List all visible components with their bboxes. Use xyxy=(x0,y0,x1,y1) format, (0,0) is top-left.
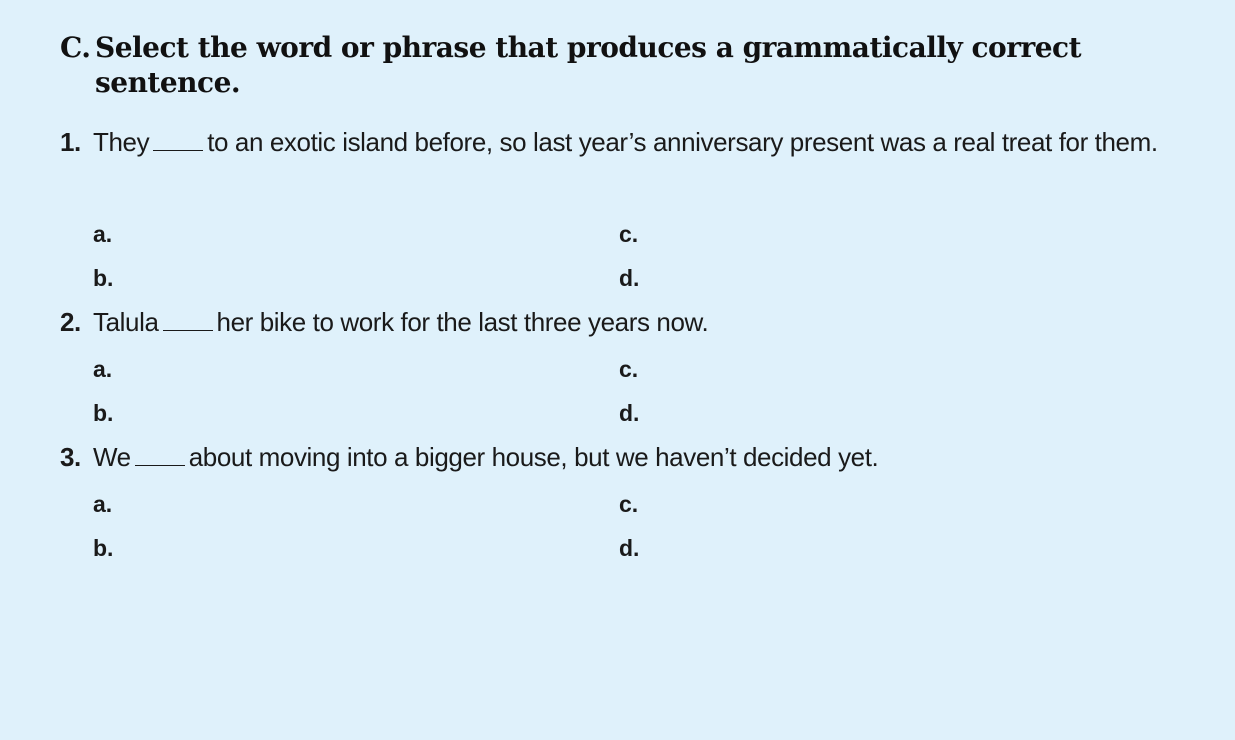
question-stem: Talula her bike to work for the last thre… xyxy=(60,300,1180,344)
question-number: 2. xyxy=(60,307,81,337)
question-3: 3. We about moving into a bigger house, b… xyxy=(60,435,1180,479)
section-heading: C. Select the word or phrase that produc… xyxy=(60,30,1160,100)
question-number: 1. xyxy=(60,127,81,157)
question-stem: We about moving into a bigger house, but … xyxy=(60,435,1180,479)
section-instruction: Select the word or phrase that produces … xyxy=(95,31,1082,99)
option-c[interactable]: c. xyxy=(619,354,638,384)
question-stem: They to an exotic island before, so last … xyxy=(60,120,1180,164)
stem-after-blank: to an exotic island before, so last year… xyxy=(207,127,1158,157)
option-b[interactable]: b. xyxy=(93,533,113,563)
stem-after-blank: about moving into a bigger house, but we… xyxy=(188,442,879,472)
stem-after-blank: her bike to work for the last three year… xyxy=(216,307,709,337)
option-a[interactable]: a. xyxy=(93,489,112,519)
option-b[interactable]: b. xyxy=(93,263,113,293)
option-d[interactable]: d. xyxy=(619,263,639,293)
option-d[interactable]: d. xyxy=(619,533,639,563)
answer-blank xyxy=(153,120,204,151)
question-1: 1. They to an exotic island before, so la… xyxy=(60,120,1180,164)
option-c[interactable]: c. xyxy=(619,489,638,519)
stem-before-blank: We xyxy=(93,442,131,472)
option-b[interactable]: b. xyxy=(93,398,113,428)
answer-blank xyxy=(162,300,213,331)
option-d[interactable]: d. xyxy=(619,398,639,428)
option-c[interactable]: c. xyxy=(619,219,638,249)
section-letter: C. xyxy=(60,31,91,64)
option-a[interactable]: a. xyxy=(93,219,112,249)
question-2: 2. Talula her bike to work for the last t… xyxy=(60,300,1180,344)
answer-blank xyxy=(134,435,185,466)
question-number: 3. xyxy=(60,442,81,472)
option-a[interactable]: a. xyxy=(93,354,112,384)
stem-before-blank: Talula xyxy=(93,307,159,337)
stem-before-blank: They xyxy=(93,127,150,157)
